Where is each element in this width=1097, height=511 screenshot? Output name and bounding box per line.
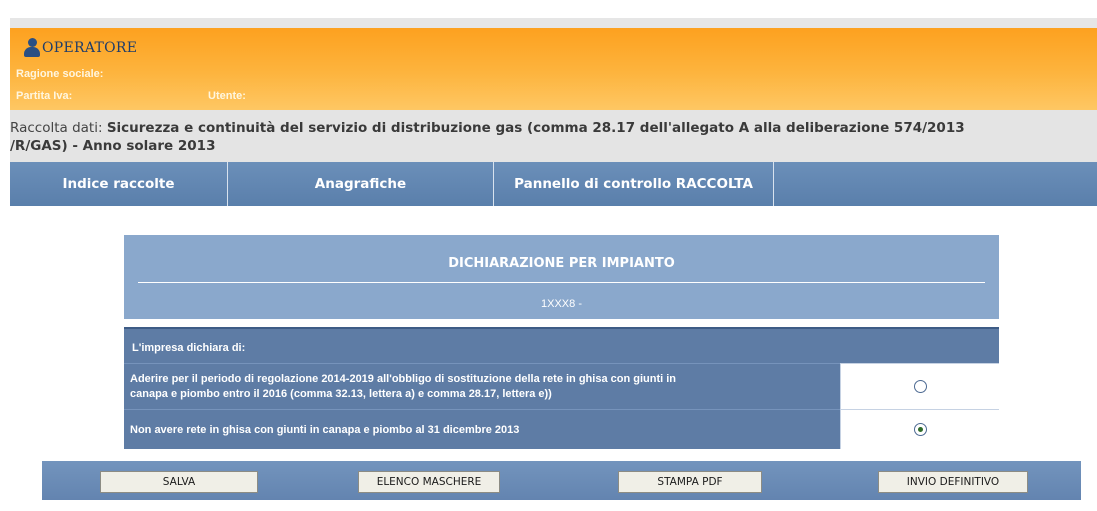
partita-iva-label: Partita Iva: [16,90,73,102]
option-no-network-line1: Non avere rete in ghisa con giunti in ca… [130,424,520,436]
option-adherence-line1: Aderire per il periodo di regolazione 20… [130,373,676,385]
save-button[interactable]: SALVA [100,471,258,493]
operator-panel: OPERATORE Ragione sociale: Partita Iva: … [10,28,1097,110]
invio-definitivo-button[interactable]: INVIO DEFINITIVO [878,471,1028,493]
option-no-network-text: Non avere rete in ghisa con giunti in ca… [124,409,840,449]
declaration-intro: L'impresa dichiara di: [132,342,246,354]
main-nav: Indice raccolte Anagrafiche Pannello di … [10,162,1097,206]
raccolta-prefix: Raccolta dati: [10,120,103,136]
radio-adherence[interactable] [913,380,927,393]
radio-no-network[interactable] [913,423,927,436]
user-icon [24,38,40,58]
option-no-network-cell [840,409,999,449]
operator-label: OPERATORE [42,40,138,56]
ragione-sociale-label: Ragione sociale: [16,68,104,80]
tab-pannello-controllo[interactable]: Pannello di controllo RACCOLTA [494,162,774,206]
operator-title: OPERATORE [24,37,137,59]
action-bar: SALVA ELENCO MASCHERE STAMPA PDF INVIO D… [42,461,1081,500]
raccolta-title-line2: /R/GAS) - Anno solare 2013 [10,138,216,154]
utente-label: Utente: [208,90,246,102]
elenco-maschere-button[interactable]: ELENCO MASCHERE [358,471,500,493]
tab-anagrafiche[interactable]: Anagrafiche [228,162,494,206]
tab-indice-raccolte[interactable]: Indice raccolte [10,162,228,206]
raccolta-title-line1: Sicurezza e continuità del servizio di d… [106,120,965,136]
stampa-pdf-button[interactable]: STAMPA PDF [618,471,762,493]
header-divider [138,282,985,283]
plant-code: 1XXX8 - [541,298,582,310]
top-strip [10,0,1097,18]
declaration-intro-row: L'impresa dichiara di: [124,327,999,363]
option-adherence-line2: canapa e piombo entro il 2016 (comma 32.… [130,388,552,400]
option-adherence-cell [840,363,999,409]
declaration-title: DICHIARAZIONE PER IMPIANTO [448,256,675,271]
raccolta-banner: Raccolta dati: Sicurezza e continuità de… [10,110,1097,162]
option-row-no-network: Non avere rete in ghisa con giunti in ca… [124,409,999,449]
declaration-table: L'impresa dichiara di: Aderire per il pe… [124,327,999,449]
declaration-header: DICHIARAZIONE PER IMPIANTO 1XXX8 - [124,235,999,319]
option-adherence-text: Aderire per il periodo di regolazione 20… [124,363,840,409]
option-row-adherence: Aderire per il periodo di regolazione 20… [124,363,999,409]
top-divider [10,18,1097,28]
